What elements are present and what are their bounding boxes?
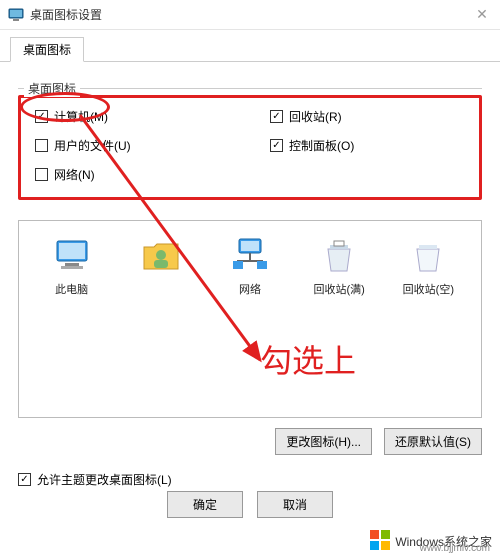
cancel-button[interactable]: 取消 <box>257 491 333 518</box>
ok-button[interactable]: 确定 <box>167 491 243 518</box>
checkbox-box-icon <box>35 139 48 152</box>
preview-recycle-empty[interactable]: 回收站(空) <box>392 235 464 297</box>
group-legend: 桌面图标 <box>24 80 80 97</box>
preview-user-files[interactable] <box>125 235 197 297</box>
preview-label: 网络 <box>239 281 261 297</box>
checkbox-box-icon <box>35 110 48 123</box>
tab-desktop-icons[interactable]: 桌面图标 <box>10 37 84 62</box>
this-pc-icon <box>51 235 93 277</box>
checkbox-box-icon <box>18 473 31 486</box>
preview-label: 此电脑 <box>55 281 88 297</box>
change-icon-button[interactable]: 更改图标(H)... <box>275 428 372 455</box>
preview-label: 回收站(空) <box>403 281 454 297</box>
checkbox-label: 回收站(R) <box>289 108 342 125</box>
checkbox-label: 控制面板(O) <box>289 137 354 154</box>
highlight-rectangle: 计算机(M) 回收站(R) 用户的文件(U) 控制面板(O) 网络(N) <box>18 95 482 200</box>
tab-strip: 桌面图标 <box>0 36 500 62</box>
titlebar: 桌面图标设置 ✕ <box>0 0 500 30</box>
preview-label: 回收站(满) <box>313 281 364 297</box>
checkbox-box-icon <box>270 139 283 152</box>
icon-preview-box: 此电脑 <box>18 220 482 418</box>
preview-this-pc[interactable]: 此电脑 <box>36 235 108 297</box>
checkbox-control-panel[interactable]: 控制面板(O) <box>270 137 465 154</box>
checkbox-box-icon <box>35 168 48 181</box>
checkbox-network[interactable]: 网络(N) <box>35 166 230 183</box>
watermark: Windows系统之家 www.bjjmlv.com <box>369 529 492 554</box>
dialog-button-row: 确定 取消 <box>0 491 500 518</box>
checkbox-label: 网络(N) <box>54 166 95 183</box>
annotation-text: 勾选上 <box>260 336 356 382</box>
recycle-full-icon <box>318 235 360 277</box>
checkbox-label: 用户的文件(U) <box>54 137 131 154</box>
icon-button-row: 更改图标(H)... 还原默认值(S) <box>18 428 482 455</box>
app-icon <box>8 7 24 23</box>
checkbox-label: 允许主题更改桌面图标(L) <box>37 471 172 488</box>
checkbox-computer[interactable]: 计算机(M) <box>35 108 230 125</box>
restore-default-button[interactable]: 还原默认值(S) <box>384 428 482 455</box>
checkbox-label: 计算机(M) <box>54 108 108 125</box>
user-folder-icon <box>140 235 182 277</box>
watermark-url: www.bjjmlv.com <box>420 543 490 554</box>
close-button[interactable]: ✕ <box>472 5 492 25</box>
network-icon <box>229 235 271 277</box>
checkbox-user-files[interactable]: 用户的文件(U) <box>35 137 230 154</box>
checkbox-box-icon <box>270 110 283 123</box>
panel: 桌面图标 计算机(M) 回收站(R) 用户的文件(U) 控制面板(O) <box>0 62 500 488</box>
preview-recycle-full[interactable]: 回收站(满) <box>303 235 375 297</box>
preview-network[interactable]: 网络 <box>214 235 286 297</box>
preview-empty-area <box>27 297 473 407</box>
window-title: 桌面图标设置 <box>30 6 472 23</box>
checkbox-recycle-bin[interactable]: 回收站(R) <box>270 108 465 125</box>
windows-logo-icon <box>369 529 391 554</box>
recycle-empty-icon <box>407 235 449 277</box>
checkbox-allow-theme[interactable]: 允许主题更改桌面图标(L) <box>18 471 482 488</box>
group-desktop-icons: 桌面图标 计算机(M) 回收站(R) 用户的文件(U) 控制面板(O) <box>18 88 482 200</box>
